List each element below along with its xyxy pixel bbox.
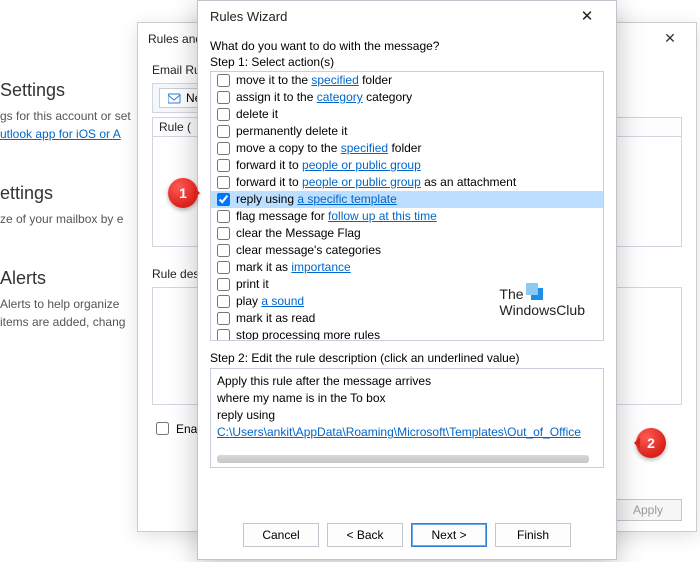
- action-checkbox[interactable]: [217, 159, 230, 172]
- action-label: print it: [236, 276, 269, 293]
- bg-text: Alerts to help organize: [0, 295, 131, 313]
- finish-button[interactable]: Finish: [495, 523, 571, 547]
- action-label: delete it: [236, 106, 278, 123]
- background-page: Settings gs for this account or set utlo…: [0, 60, 131, 331]
- next-button[interactable]: Next >: [411, 523, 487, 547]
- bg-text: utlook app for iOS or A: [0, 125, 131, 143]
- bg-text: ze of your mailbox by e: [0, 210, 131, 228]
- action-label: move it to the specified folder: [236, 72, 392, 89]
- back-button[interactable]: < Back: [327, 523, 403, 547]
- dialog-button-row: Cancel < Back Next > Finish: [198, 513, 616, 559]
- action-row[interactable]: forward it to people or public group as …: [211, 174, 603, 191]
- action-checkbox[interactable]: [217, 227, 230, 240]
- action-row[interactable]: play a sound: [211, 293, 603, 310]
- dialog-title-text: Rules Wizard: [210, 1, 287, 33]
- rule-description-box: Apply this rule after the message arrive…: [210, 368, 604, 468]
- action-checkbox[interactable]: [217, 108, 230, 121]
- action-row[interactable]: print it: [211, 276, 603, 293]
- outlook-app-link[interactable]: utlook app for iOS or A: [0, 127, 121, 141]
- action-link[interactable]: people or public group: [302, 158, 421, 172]
- bg-heading-alerts: Alerts: [0, 268, 131, 289]
- action-link[interactable]: specified: [341, 141, 388, 155]
- action-checkbox[interactable]: [217, 312, 230, 325]
- bg-text: gs for this account or set: [0, 107, 131, 125]
- action-link[interactable]: a specific template: [297, 192, 396, 206]
- callout-1: 1: [168, 178, 198, 208]
- action-link[interactable]: follow up at this time: [328, 209, 437, 223]
- desc-line: Apply this rule after the message arrive…: [217, 373, 597, 390]
- bg-heading-settings: Settings: [0, 80, 131, 101]
- desc-text: reply using: [217, 408, 275, 422]
- action-checkbox[interactable]: [217, 278, 230, 291]
- action-label: clear the Message Flag: [236, 225, 361, 242]
- action-link[interactable]: category: [317, 90, 363, 104]
- action-row[interactable]: move it to the specified folder: [211, 72, 603, 89]
- action-row[interactable]: assign it to the category category: [211, 89, 603, 106]
- action-label: play a sound: [236, 293, 304, 310]
- action-label: flag message for follow up at this time: [236, 208, 437, 225]
- desc-line: where my name is in the To box: [217, 390, 597, 407]
- horizontal-scrollbar[interactable]: [217, 455, 589, 463]
- action-link[interactable]: specified: [311, 73, 358, 87]
- action-label: move a copy to the specified folder: [236, 140, 421, 157]
- action-label: mark it as read: [236, 310, 315, 327]
- actions-listbox[interactable]: move it to the specified folderassign it…: [210, 71, 604, 341]
- action-label: stop processing more rules: [236, 327, 380, 341]
- enable-rules-checkbox[interactable]: [156, 422, 169, 435]
- action-row[interactable]: permanently delete it: [211, 123, 603, 140]
- action-checkbox[interactable]: [217, 142, 230, 155]
- action-row[interactable]: flag message for follow up at this time: [211, 208, 603, 225]
- bg-heading-2: ettings: [0, 183, 131, 204]
- action-checkbox[interactable]: [217, 176, 230, 189]
- action-row[interactable]: stop processing more rules: [211, 327, 603, 341]
- action-row[interactable]: mark it as importance: [211, 259, 603, 276]
- action-checkbox[interactable]: [217, 261, 230, 274]
- action-label: forward it to people or public group as …: [236, 174, 516, 191]
- action-label: forward it to people or public group: [236, 157, 421, 174]
- action-link[interactable]: a sound: [261, 294, 304, 308]
- action-row[interactable]: delete it: [211, 106, 603, 123]
- action-row[interactable]: move a copy to the specified folder: [211, 140, 603, 157]
- action-label: mark it as importance: [236, 259, 351, 276]
- action-row[interactable]: clear message's categories: [211, 242, 603, 259]
- rules-wizard-dialog: Rules Wizard ✕ What do you want to do wi…: [197, 0, 617, 560]
- action-link[interactable]: importance: [291, 260, 350, 274]
- action-label: reply using a specific template: [236, 191, 397, 208]
- template-path-link[interactable]: C:\Users\ankit\AppData\Roaming\Microsoft…: [217, 425, 581, 439]
- apply-button[interactable]: Apply: [614, 499, 682, 521]
- wizard-question: What do you want to do with the message?: [210, 39, 604, 53]
- close-icon[interactable]: ✕: [570, 1, 604, 33]
- close-icon[interactable]: ✕: [652, 23, 688, 55]
- action-checkbox[interactable]: [217, 329, 230, 341]
- action-label: assign it to the category category: [236, 89, 412, 106]
- callout-2: 2: [636, 428, 666, 458]
- action-checkbox[interactable]: [217, 125, 230, 138]
- action-row[interactable]: mark it as read: [211, 310, 603, 327]
- cancel-button[interactable]: Cancel: [243, 523, 319, 547]
- action-checkbox[interactable]: [217, 210, 230, 223]
- action-row[interactable]: forward it to people or public group: [211, 157, 603, 174]
- action-row[interactable]: clear the Message Flag: [211, 225, 603, 242]
- step2-label: Step 2: Edit the rule description (click…: [210, 351, 604, 365]
- action-checkbox[interactable]: [217, 193, 230, 206]
- mail-plus-icon: [168, 92, 182, 104]
- desc-line: reply using C:\Users\ankit\AppData\Roami…: [217, 407, 597, 441]
- action-label: clear message's categories: [236, 242, 381, 259]
- bg-text: items are added, chang: [0, 313, 131, 331]
- action-checkbox[interactable]: [217, 74, 230, 87]
- step1-label: Step 1: Select action(s): [210, 55, 604, 69]
- action-checkbox[interactable]: [217, 295, 230, 308]
- action-row[interactable]: reply using a specific template: [211, 191, 603, 208]
- action-link[interactable]: people or public group: [302, 175, 421, 189]
- action-label: permanently delete it: [236, 123, 347, 140]
- action-checkbox[interactable]: [217, 91, 230, 104]
- action-checkbox[interactable]: [217, 244, 230, 257]
